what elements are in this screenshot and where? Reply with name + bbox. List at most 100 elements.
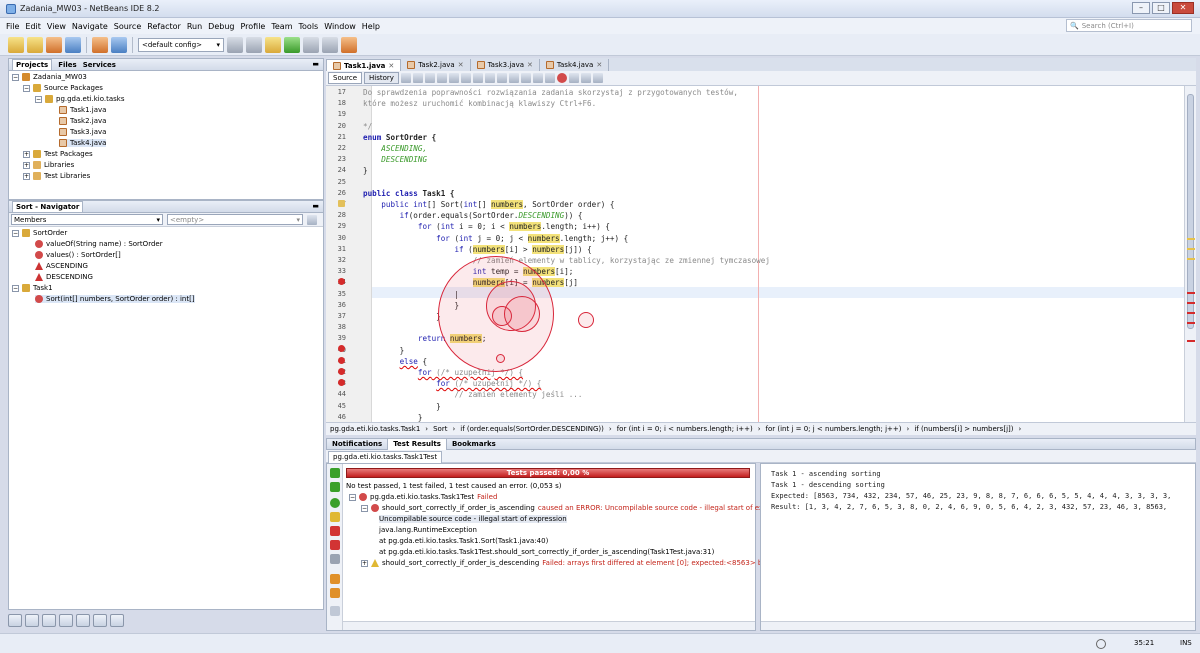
save-all-icon[interactable]: [65, 36, 81, 53]
expand-toggle[interactable]: +: [23, 172, 30, 180]
new-file-icon[interactable]: [8, 36, 24, 53]
test-packages[interactable]: Test Packages: [44, 150, 93, 158]
collapse-toggle[interactable]: −: [12, 73, 19, 81]
tab-test-results[interactable]: Test Results: [387, 438, 447, 450]
nav-sort[interactable]: Sort(int[] numbers, SortOrder order) : i…: [46, 295, 195, 303]
error-marker-icon[interactable]: [338, 345, 345, 352]
members-select[interactable]: Members ▾: [11, 214, 163, 225]
test-detail-row[interactable]: at pg.gda.eti.kio.tasks.Task1.Sort(Task1…: [379, 537, 548, 545]
test-hscroll[interactable]: [343, 621, 755, 630]
menu-edit[interactable]: Edit: [22, 22, 44, 31]
nav-descending[interactable]: DESCENDING: [46, 273, 93, 281]
toggle-rect-select-icon[interactable]: [484, 73, 495, 83]
breadcrumb-for-i[interactable]: for (int i = 0; i < numbers.length; i++): [617, 425, 753, 433]
minimize-button[interactable]: –: [1132, 2, 1150, 14]
menu-navigate[interactable]: Navigate: [69, 22, 111, 31]
close-button[interactable]: ✕: [1172, 2, 1194, 14]
tasks-window-icon[interactable]: [76, 614, 90, 627]
error-marker-icon[interactable]: [338, 379, 345, 386]
tab-task2[interactable]: Task2.java ✕: [401, 59, 471, 71]
nav-sortorder[interactable]: SortOrder: [33, 229, 67, 237]
file-task4[interactable]: Task4.java: [70, 139, 106, 147]
menu-team[interactable]: Team: [268, 22, 295, 31]
tab-bookmarks[interactable]: Bookmarks: [447, 439, 501, 450]
show-passed-icon[interactable]: [330, 498, 340, 508]
menu-source[interactable]: Source: [111, 22, 144, 31]
menu-refactor[interactable]: Refactor: [144, 22, 184, 31]
collapse-toggle[interactable]: −: [35, 95, 42, 103]
menu-run[interactable]: Run: [184, 22, 205, 31]
error-marker-icon[interactable]: [338, 357, 345, 364]
file-task2[interactable]: Task2.java: [70, 117, 106, 125]
redo-icon[interactable]: [111, 36, 127, 53]
test-libraries[interactable]: Test Libraries: [44, 172, 90, 180]
close-tab-icon[interactable]: ✕: [388, 62, 394, 70]
find-icon[interactable]: [436, 73, 447, 83]
tab-test-run[interactable]: pg.gda.eti.kio.tasks.Task1Test: [328, 451, 443, 463]
find-prev-icon[interactable]: [448, 73, 459, 83]
nav-ascending[interactable]: ASCENDING: [46, 262, 88, 270]
menu-help[interactable]: Help: [359, 22, 383, 31]
clean-build-icon[interactable]: [265, 36, 281, 53]
profile-icon[interactable]: [322, 36, 338, 53]
expand-toggle[interactable]: +: [23, 161, 30, 169]
forward-icon[interactable]: [424, 73, 435, 83]
breadcrumb-if[interactable]: if (order.equals(SortOrder.DESCENDING)): [460, 425, 604, 433]
file-task1[interactable]: Task1.java: [70, 106, 106, 114]
expand-toggle[interactable]: +: [361, 559, 368, 567]
code-editor[interactable]: 1718192021222324252627282930313233343536…: [326, 86, 1184, 422]
navigator-filter[interactable]: <empty> ▾: [167, 214, 303, 225]
override-marker-icon[interactable]: [338, 200, 345, 207]
tab-task1[interactable]: Task1.java ✕: [326, 59, 402, 71]
rerun-failed-icon[interactable]: [330, 482, 340, 492]
tab-task3[interactable]: Task3.java ✕: [471, 59, 540, 71]
tab-task4[interactable]: Task4.java ✕: [540, 59, 610, 71]
palette-window-icon[interactable]: [25, 614, 39, 627]
uncomment-icon[interactable]: [592, 73, 603, 83]
minimize-panel-icon[interactable]: ▬: [312, 202, 319, 210]
variables-window-icon[interactable]: [110, 614, 124, 627]
source-button[interactable]: Source: [328, 72, 363, 84]
show-errors-icon[interactable]: [330, 540, 340, 550]
collapse-toggle[interactable]: −: [361, 504, 368, 512]
menu-file[interactable]: File: [0, 22, 22, 31]
shift-right-icon[interactable]: [544, 73, 555, 83]
tab-projects[interactable]: Projects: [12, 59, 53, 70]
config-select[interactable]: <default config> ▾: [138, 37, 224, 52]
stop-macro-icon[interactable]: [568, 73, 579, 83]
prev-failure-icon[interactable]: [330, 574, 340, 584]
editor-scrollbar[interactable]: [1184, 86, 1196, 422]
test-descending-row[interactable]: + should_sort_correctly_if_order_is_desce…: [361, 559, 804, 567]
error-marker-icon[interactable]: [338, 368, 345, 375]
package-node[interactable]: pg.gda.eti.kio.tasks: [56, 95, 125, 103]
show-skipped-icon[interactable]: [330, 512, 340, 522]
services-window-icon[interactable]: [42, 614, 56, 627]
breadcrumb-class[interactable]: pg.gda.eti.kio.tasks.Task1: [330, 425, 420, 433]
stop-icon[interactable]: [341, 36, 357, 53]
maximize-button[interactable]: □: [1152, 2, 1170, 14]
breadcrumb-if-inner[interactable]: if (numbers[i] > numbers[j]): [914, 425, 1013, 433]
comment-icon[interactable]: [580, 73, 591, 83]
next-failure-icon[interactable]: [330, 588, 340, 598]
collapse-toggle[interactable]: −: [12, 284, 19, 292]
output-window-icon[interactable]: [59, 614, 73, 627]
collapse-toggle[interactable]: −: [349, 493, 356, 501]
rerun-icon[interactable]: [330, 468, 340, 478]
toggle-highlight-icon[interactable]: [472, 73, 483, 83]
search-input[interactable]: 🔍 Search (Ctrl+I): [1066, 19, 1192, 32]
test-detail-row[interactable]: Uncompilable source code - illegal start…: [379, 515, 567, 523]
test-detail-row[interactable]: at pg.gda.eti.kio.tasks.Task1Test.should…: [379, 548, 714, 556]
nav-task1[interactable]: Task1: [33, 284, 53, 292]
project-root[interactable]: Zadania_MW03: [33, 73, 87, 81]
undo-icon[interactable]: [92, 36, 108, 53]
libraries[interactable]: Libraries: [44, 161, 74, 169]
notifications-icon[interactable]: [1096, 639, 1106, 649]
last-edit-icon[interactable]: [400, 73, 411, 83]
navigator-window-icon[interactable]: [8, 614, 22, 627]
close-tab-icon[interactable]: ✕: [458, 61, 464, 69]
start-macro-icon[interactable]: [556, 73, 567, 83]
tab-notifications[interactable]: Notifications: [327, 439, 387, 450]
test-detail-row[interactable]: java.lang.RuntimeException: [379, 526, 477, 534]
breadcrumb-method[interactable]: Sort: [433, 425, 447, 433]
test-ascending-row[interactable]: − should_sort_correctly_if_order_is_ascen…: [361, 504, 793, 512]
